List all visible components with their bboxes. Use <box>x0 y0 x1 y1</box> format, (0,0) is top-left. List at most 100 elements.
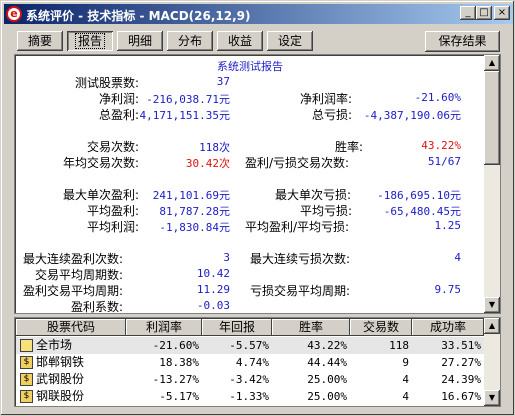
report-scrollbar[interactable]: ▲ ▼ <box>484 55 500 313</box>
stat-value: 4 <box>454 251 461 264</box>
save-results-button[interactable]: 保存结果 <box>425 31 500 52</box>
tab-distribution[interactable]: 分布 <box>167 31 213 51</box>
scroll-up-icon[interactable]: ▲ <box>484 55 500 71</box>
table-cell: -13.27% <box>152 373 199 386</box>
stat-label: 最大单次亏损: <box>275 188 352 202</box>
table-row[interactable]: $ 钢联股份 -5.17% -1.33% 25.00% 4 16.67% <box>16 388 484 405</box>
app-window: e 系统评价 - 技术指标 - MACD(26,12,9) _ □ × 摘要 报… <box>0 0 515 416</box>
scroll-down-icon[interactable]: ▼ <box>484 390 500 406</box>
tab-label: 分布 <box>177 34 202 48</box>
stat-value: 1.25 <box>434 219 462 232</box>
stat-value: -186,695.10元 <box>377 189 461 202</box>
stat-value: -0.03 <box>196 299 230 312</box>
stat-label: 平均亏损: <box>300 204 353 218</box>
stat-label: 最大连续盈利次数: <box>23 252 124 266</box>
app-logo-icon: e <box>6 6 22 22</box>
stat-label: 净利润率: <box>300 92 353 106</box>
table-cell: 武钢股份 <box>36 372 85 386</box>
scroll-down-icon[interactable]: ▼ <box>484 297 500 313</box>
table-cell: -5.57% <box>229 339 269 352</box>
table-cell: 4.74% <box>235 356 269 369</box>
stat-value: 3 <box>223 251 230 264</box>
table-row[interactable]: $ 武钢股份 -13.27% -3.42% 25.00% 4 24.39% <box>16 371 484 388</box>
stat-value: 37 <box>216 75 230 88</box>
table-cell: 33.51% <box>441 339 481 352</box>
report-title: 系统测试报告 <box>217 60 283 73</box>
column-header[interactable]: 年回报 <box>202 319 272 336</box>
stat-value: 4,171,151.35元 <box>139 109 230 122</box>
table-cell: -3.42% <box>229 373 269 386</box>
column-header[interactable]: 交易数 <box>350 319 412 336</box>
maximize-button[interactable]: □ <box>476 6 492 20</box>
tab-returns[interactable]: 收益 <box>217 31 263 51</box>
table-row[interactable]: 全市场 -21.60% -5.57% 43.22% 118 33.51% <box>16 337 484 354</box>
tab-label: 摘要 <box>27 34 52 48</box>
table-cell: 118 <box>389 339 409 352</box>
stat-label: 净利润: <box>99 92 140 106</box>
stat-value: -1,830.84元 <box>159 221 230 234</box>
table-cell: 钢联股份 <box>36 389 85 403</box>
column-header[interactable]: 利润率 <box>126 319 202 336</box>
stat-label: 交易次数: <box>87 140 140 154</box>
stat-label: 总亏损: <box>312 108 353 122</box>
title-bar[interactable]: e 系统评价 - 技术指标 - MACD(26,12,9) _ □ × <box>4 4 513 24</box>
stat-label: 平均盈利/平均亏损: <box>245 220 350 234</box>
table-row[interactable]: $ 邯郸钢铁 18.38% 4.74% 44.44% 9 27.27% <box>16 354 484 371</box>
report-panel: 系统测试报告 测试股票数: 37 净利润: -216,038.71元 净利润率:… <box>14 54 501 314</box>
stat-value: 241,101.69元 <box>152 189 230 202</box>
table-cell: 邯郸钢铁 <box>36 355 85 369</box>
tab-details[interactable]: 明细 <box>117 31 163 51</box>
stat-value: 10.42 <box>196 267 230 280</box>
table-scrollbar[interactable]: ▲ ▼ <box>484 318 500 406</box>
table-cell: 16.67% <box>441 390 481 403</box>
close-button[interactable]: × <box>494 6 510 20</box>
minimize-button[interactable]: _ <box>460 6 476 20</box>
table-cell: 27.27% <box>441 356 481 369</box>
stat-label: 最大单次盈利: <box>63 188 140 202</box>
results-table: 股票代码 利润率 年回报 胜率 交易数 成功率 全市场 -21.60% -5.5… <box>14 317 501 407</box>
tab-label: 报告 <box>74 33 106 49</box>
tab-label: 明细 <box>127 34 152 48</box>
table-cell: 9 <box>402 356 409 369</box>
scroll-thumb[interactable] <box>484 71 500 165</box>
table-cell: 25.00% <box>307 373 347 386</box>
stat-label: 最大连续亏损次数: <box>250 252 351 266</box>
stat-label: 测试股票数: <box>75 76 140 90</box>
column-header[interactable]: 胜率 <box>272 319 350 336</box>
stat-label: 交易平均周期数: <box>35 268 124 282</box>
stat-value: -4,387,190.06元 <box>363 109 461 122</box>
table-cell: 18.38% <box>159 356 199 369</box>
stat-value: 118次 <box>199 141 230 154</box>
table-cell: -1.33% <box>229 390 269 403</box>
stat-value: -21.60% <box>414 91 461 104</box>
stat-value: 43.22% <box>421 139 461 152</box>
stat-value: 11.29 <box>196 283 230 296</box>
table-cell: 25.00% <box>307 390 347 403</box>
stat-label: 亏损交易平均周期: <box>250 284 351 298</box>
stat-label: 胜率: <box>335 140 364 154</box>
column-header[interactable]: 股票代码 <box>16 319 126 336</box>
tab-report[interactable]: 报告 <box>67 31 113 51</box>
table-cell: -21.60% <box>152 339 199 352</box>
stat-label: 盈利系数: <box>71 300 124 314</box>
table-cell: 4 <box>402 373 409 386</box>
table-cell: -5.17% <box>159 390 199 403</box>
stat-label: 盈利/亏损交易次数: <box>245 156 350 170</box>
stat-value: 30.42次 <box>185 157 230 170</box>
stat-value: 9.75 <box>434 283 462 296</box>
table-cell: 4 <box>402 390 409 403</box>
stat-value: 51/67 <box>427 155 461 168</box>
column-header[interactable]: 成功率 <box>412 319 484 336</box>
stat-label: 平均盈利: <box>87 204 140 218</box>
stat-value: 81,787.28元 <box>159 205 230 218</box>
stat-label: 年均交易次数: <box>63 156 140 170</box>
tab-summary[interactable]: 摘要 <box>17 31 63 51</box>
scroll-up-icon[interactable]: ▲ <box>484 318 500 334</box>
table-cell: 43.22% <box>307 339 347 352</box>
tab-label: 收益 <box>227 34 252 48</box>
tab-label: 设定 <box>277 34 302 48</box>
tab-settings[interactable]: 设定 <box>267 31 313 51</box>
window-title: 系统评价 - 技术指标 - MACD(26,12,9) <box>26 9 251 23</box>
table-cell: 44.44% <box>307 356 347 369</box>
stat-value: -65,480.45元 <box>383 205 461 218</box>
